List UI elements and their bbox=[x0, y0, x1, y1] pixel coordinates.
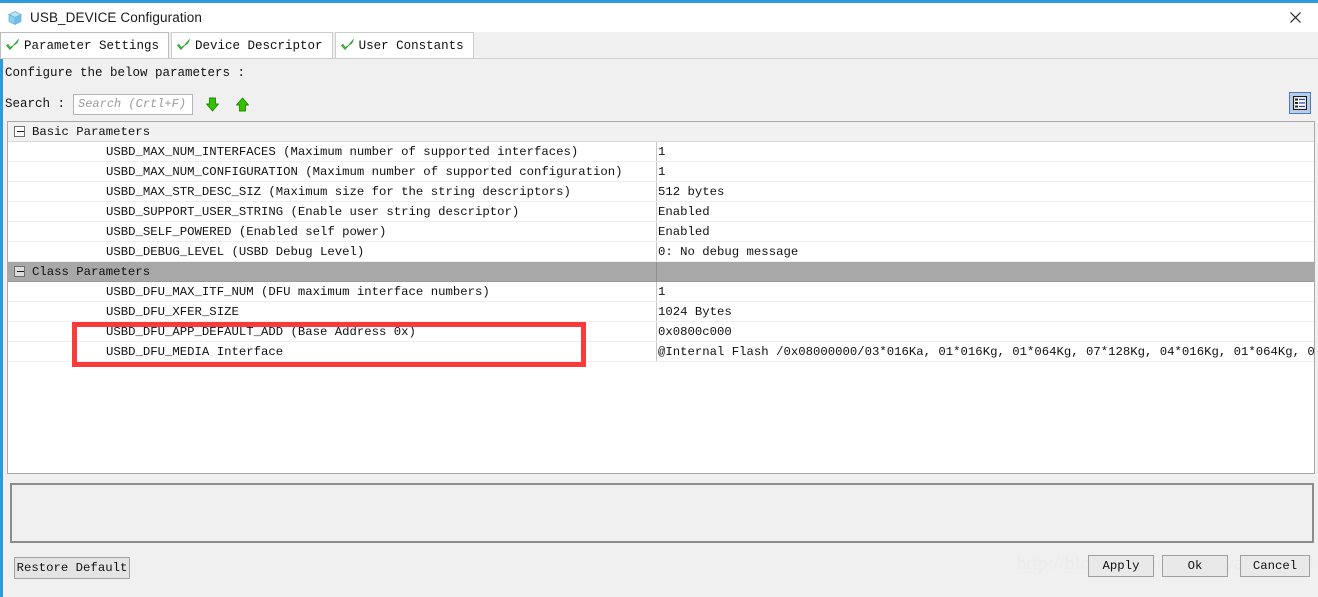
search-row: Search : bbox=[5, 92, 253, 116]
tab-user-constants[interactable]: User Constants bbox=[334, 32, 474, 58]
param-value[interactable]: 0: No debug message bbox=[658, 245, 798, 259]
param-value[interactable]: 512 bytes bbox=[658, 185, 724, 199]
tree-group-class-parameters[interactable]: Class Parameters bbox=[8, 262, 1314, 282]
footer-bar: http://blog.csdn.net/zhengyangliu123 Res… bbox=[0, 543, 1318, 597]
param-value[interactable]: 1 bbox=[658, 285, 665, 299]
param-value[interactable]: @Internal Flash /0x08000000/03*016Ka, 01… bbox=[658, 345, 1314, 359]
instruction-text: Configure the below parameters : bbox=[5, 66, 246, 80]
param-name: USBD_MAX_NUM_CONFIGURATION (Maximum numb… bbox=[106, 164, 623, 179]
param-name: USBD_DFU_MEDIA Interface bbox=[106, 344, 284, 359]
table-row[interactable]: USBD_DFU_MAX_ITF_NUM (DFU maximum interf… bbox=[8, 282, 1314, 302]
table-row[interactable]: USBD_MAX_NUM_INTERFACES (Maximum number … bbox=[8, 142, 1314, 162]
tree-group-basic-parameters[interactable]: Basic Parameters bbox=[8, 122, 1314, 142]
column-divider bbox=[656, 162, 657, 181]
collapse-icon[interactable] bbox=[14, 126, 25, 137]
green-check-icon bbox=[340, 38, 355, 53]
tab-label: User Constants bbox=[358, 38, 464, 53]
tab-strip: Parameter Settings Device Descriptor Use… bbox=[0, 32, 1318, 59]
table-row[interactable]: USBD_SUPPORT_USER_STRING (Enable user st… bbox=[8, 202, 1314, 222]
table-row[interactable]: USBD_DFU_APP_DEFAULT_ADD (Base Address 0… bbox=[8, 322, 1314, 342]
column-divider bbox=[656, 182, 657, 201]
green-check-icon bbox=[5, 38, 20, 53]
close-icon[interactable] bbox=[1273, 3, 1318, 32]
ok-button[interactable]: Ok bbox=[1162, 555, 1228, 577]
param-value[interactable]: Enabled bbox=[658, 225, 710, 239]
param-value[interactable]: 1 bbox=[658, 165, 665, 179]
param-name: USBD_SELF_POWERED (Enabled self power) bbox=[106, 224, 387, 239]
column-divider bbox=[656, 322, 657, 341]
search-input[interactable] bbox=[73, 93, 194, 115]
param-name: USBD_DFU_XFER_SIZE bbox=[106, 304, 239, 319]
param-name: USBD_DFU_MAX_ITF_NUM (DFU maximum interf… bbox=[106, 284, 490, 299]
parameter-tree[interactable]: Basic Parameters USBD_MAX_NUM_INTERFACES… bbox=[7, 121, 1315, 474]
table-row[interactable]: USBD_DFU_XFER_SIZE 1024 Bytes bbox=[8, 302, 1314, 322]
group-label: Basic Parameters bbox=[32, 124, 151, 139]
param-value[interactable]: 1 bbox=[658, 145, 665, 159]
param-value[interactable]: 1024 Bytes bbox=[658, 305, 732, 319]
param-value[interactable]: 0x0800c000 bbox=[658, 325, 732, 339]
table-row[interactable]: USBD_SELF_POWERED (Enabled self power) E… bbox=[8, 222, 1314, 242]
table-row[interactable]: USBD_MAX_STR_DESC_SIZ (Maximum size for … bbox=[8, 182, 1314, 202]
green-check-icon bbox=[176, 38, 191, 53]
restore-default-button[interactable]: Restore Default bbox=[14, 557, 130, 579]
collapse-icon[interactable] bbox=[14, 266, 25, 277]
usb-device-configuration-window: USB_DEVICE Configuration Parameter Setti… bbox=[0, 0, 1318, 597]
column-divider bbox=[656, 222, 657, 241]
tab-label: Parameter Settings bbox=[24, 38, 160, 53]
table-row[interactable]: USBD_MAX_NUM_CONFIGURATION (Maximum numb… bbox=[8, 162, 1314, 182]
param-name: USBD_DEBUG_LEVEL (USBD Debug Level) bbox=[106, 244, 365, 259]
window-title: USB_DEVICE Configuration bbox=[30, 10, 202, 25]
column-divider bbox=[656, 142, 657, 161]
description-pane bbox=[10, 483, 1314, 543]
arrow-up-icon[interactable] bbox=[231, 93, 253, 115]
column-divider bbox=[656, 242, 657, 261]
column-divider bbox=[656, 202, 657, 221]
param-name: USBD_MAX_NUM_INTERFACES (Maximum number … bbox=[106, 144, 579, 159]
list-view-icon[interactable] bbox=[1289, 92, 1311, 114]
search-label: Search : bbox=[5, 97, 66, 111]
tab-parameter-settings[interactable]: Parameter Settings bbox=[0, 32, 170, 58]
param-name: USBD_SUPPORT_USER_STRING (Enable user st… bbox=[106, 204, 520, 219]
param-value[interactable]: Enabled bbox=[658, 205, 710, 219]
param-name: USBD_DFU_APP_DEFAULT_ADD (Base Address 0… bbox=[106, 324, 416, 339]
column-divider bbox=[656, 302, 657, 321]
tab-device-descriptor[interactable]: Device Descriptor bbox=[171, 32, 333, 58]
table-row[interactable]: USBD_DFU_MEDIA Interface @Internal Flash… bbox=[8, 342, 1314, 362]
column-divider bbox=[656, 282, 657, 301]
param-name: USBD_MAX_STR_DESC_SIZ (Maximum size for … bbox=[106, 184, 571, 199]
table-row[interactable]: USBD_DEBUG_LEVEL (USBD Debug Level) 0: N… bbox=[8, 242, 1314, 262]
parameter-settings-panel: Configure the below parameters : Search … bbox=[0, 59, 1318, 597]
tab-label: Device Descriptor bbox=[195, 38, 323, 53]
apply-button[interactable]: Apply bbox=[1088, 555, 1154, 577]
column-divider bbox=[656, 342, 657, 361]
column-divider bbox=[656, 262, 657, 281]
arrow-down-icon[interactable] bbox=[201, 93, 223, 115]
cube-icon bbox=[7, 10, 23, 26]
cancel-button[interactable]: Cancel bbox=[1240, 555, 1310, 577]
group-label: Class Parameters bbox=[32, 264, 151, 279]
title-bar: USB_DEVICE Configuration bbox=[0, 3, 1318, 32]
